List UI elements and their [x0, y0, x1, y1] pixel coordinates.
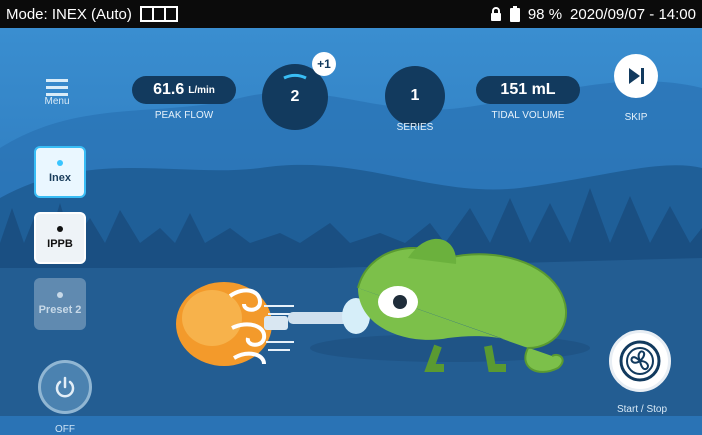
mode-indicator: Mode: INEX (Auto)	[6, 5, 132, 23]
skip-next-icon	[629, 68, 644, 84]
chameleon-illustration	[288, 238, 568, 373]
skip-button[interactable]	[614, 54, 658, 98]
mode-label-preset-2: Preset 2	[38, 304, 82, 316]
battery-icon	[509, 6, 520, 22]
mode-dot	[57, 226, 63, 232]
peak-flow-label: PEAK FLOW	[154, 110, 214, 121]
status-bar: Mode: INEX (Auto) 98 % 2020/09/07 - 14:0…	[0, 0, 702, 28]
series-label: SERIES	[396, 122, 434, 133]
mode-toggle-icon	[139, 6, 178, 22]
main-scene: Menu Inex IPPB Preset 2 OFF 61.6 L/min P…	[0, 28, 702, 435]
skip-label: SKIP	[624, 112, 648, 123]
datetime: 2020/09/07 - 14:00	[570, 5, 696, 23]
lock-icon	[490, 7, 501, 21]
active-dot	[57, 160, 63, 166]
power-label: OFF	[55, 424, 75, 435]
mode-label-inex: Inex	[48, 172, 71, 184]
menu-label: Menu	[44, 96, 70, 107]
counter-badge: +1	[312, 52, 336, 76]
mode-button-preset-2[interactable]: Preset 2	[34, 278, 86, 330]
power-icon	[55, 376, 75, 398]
mode-button-ippb[interactable]: IPPB	[34, 212, 86, 264]
fan-circle-icon	[619, 340, 661, 382]
series-display: 1	[385, 66, 445, 126]
mode-dot	[57, 292, 63, 298]
peak-flow-display: 61.6 L/min	[132, 76, 236, 104]
start-stop-button[interactable]	[609, 330, 671, 392]
peak-flow-unit: L/min	[188, 84, 215, 96]
tidal-volume-value: 151 mL	[500, 81, 556, 98]
power-button[interactable]	[38, 360, 92, 414]
battery-level: 98 %	[527, 5, 563, 23]
hamburger-menu-icon	[46, 79, 68, 96]
mode-button-inex[interactable]: Inex	[34, 146, 86, 198]
peak-flow-value: 61.6	[153, 81, 185, 98]
mode-label-ippb: IPPB	[47, 238, 73, 250]
tidal-volume-display: 151 mL	[476, 76, 580, 104]
menu-button[interactable]: Menu	[42, 78, 72, 112]
tidal-volume-label: TIDAL VOLUME	[491, 110, 565, 121]
series-value: 1	[410, 87, 420, 104]
start-stop-label: Start / Stop	[616, 404, 668, 415]
